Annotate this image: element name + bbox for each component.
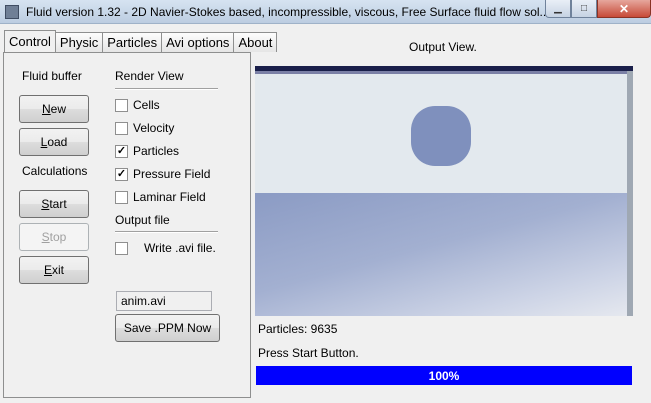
- tab-particles[interactable]: Particles: [102, 32, 163, 52]
- stop-button-label: top: [49, 230, 67, 244]
- progress-label: 100%: [428, 368, 460, 383]
- check-icon: ✓: [115, 167, 128, 181]
- fluid-buffer-label: Fluid buffer: [22, 69, 82, 83]
- cells-checkbox-label: Cells: [133, 98, 160, 112]
- fluid-droplet: [411, 106, 471, 166]
- window-client: Control Physic Particles Avi options Abo…: [0, 24, 651, 403]
- output-file-label: Output file: [115, 213, 170, 227]
- fluid-app-icon[interactable]: [5, 5, 19, 19]
- new-button-label: ew: [50, 102, 66, 116]
- tab-about[interactable]: About: [233, 32, 278, 52]
- close-icon: ✕: [618, 1, 630, 16]
- load-button-label: oad: [47, 135, 68, 149]
- fluid-pool: [255, 193, 627, 316]
- maximize-button[interactable]: □: [571, 0, 597, 18]
- avi-filename-field[interactable]: anim.avi: [116, 291, 212, 311]
- laminar-field-checkbox[interactable]: Laminar Field: [115, 189, 206, 205]
- cells-checkbox[interactable]: Cells: [115, 97, 160, 113]
- tab-control[interactable]: Control: [4, 30, 56, 52]
- status-message: Press Start Button.: [258, 346, 359, 360]
- control-tab-panel: Fluid buffer New Load Calculations Start…: [3, 52, 251, 398]
- render-view-label: Render View: [115, 69, 184, 83]
- window-title: Fluid version 1.32 - 2D Navier-Stokes ba…: [26, 5, 550, 19]
- check-icon: [115, 121, 128, 135]
- pressure-field-checkbox[interactable]: ✓ Pressure Field: [115, 166, 210, 182]
- load-button[interactable]: Load: [19, 128, 89, 156]
- tab-strip: Control Physic Particles Avi options Abo…: [4, 30, 278, 52]
- start-button-mnemonic: S: [41, 197, 50, 211]
- stop-button-mnemonic: S: [41, 230, 50, 244]
- check-icon: [115, 190, 128, 204]
- new-button[interactable]: New: [19, 95, 89, 123]
- exit-button-label: xit: [52, 263, 64, 277]
- output-viewport: [255, 66, 633, 316]
- close-button[interactable]: ✕: [597, 0, 651, 18]
- minimize-button[interactable]: ▁: [545, 0, 571, 18]
- stop-button[interactable]: Stop: [19, 223, 89, 251]
- write-avi-checkbox-label: Write .avi file.: [144, 241, 216, 255]
- write-avi-checkbox[interactable]: Write .avi file.: [115, 240, 216, 256]
- viewport-edge-bar: [627, 71, 633, 316]
- load-button-mnemonic: L: [40, 135, 48, 149]
- check-icon: [115, 98, 128, 112]
- exit-button-mnemonic: E: [43, 263, 52, 277]
- viewport-top-edge: [255, 71, 627, 74]
- exit-button[interactable]: Exit: [19, 256, 89, 284]
- laminar-field-checkbox-label: Laminar Field: [133, 190, 206, 204]
- check-icon: ✓: [115, 144, 128, 158]
- tab-avi-options[interactable]: Avi options: [161, 32, 235, 52]
- start-button-label: tart: [49, 197, 67, 211]
- check-icon: [115, 241, 128, 255]
- output-file-divider: [115, 231, 218, 233]
- output-view-title: Output View.: [409, 40, 477, 54]
- particles-checkbox-label: Particles: [133, 144, 180, 158]
- minimize-icon: ▁: [554, 3, 562, 14]
- new-button-mnemonic: N: [41, 102, 51, 116]
- progress-bar: 100%: [256, 366, 632, 385]
- render-view-divider: [115, 88, 218, 90]
- tab-physic[interactable]: Physic: [54, 32, 104, 52]
- velocity-checkbox[interactable]: Velocity: [115, 120, 174, 136]
- particles-checkbox[interactable]: ✓ Particles: [115, 143, 179, 159]
- calculations-label: Calculations: [22, 164, 88, 178]
- maximize-icon: □: [580, 3, 588, 14]
- velocity-checkbox-label: Velocity: [133, 121, 175, 135]
- start-button[interactable]: Start: [19, 190, 89, 218]
- pressure-field-checkbox-label: Pressure Field: [133, 167, 211, 181]
- particles-count: Particles: 9635: [258, 322, 338, 336]
- title-bar[interactable]: Fluid version 1.32 - 2D Navier-Stokes ba…: [0, 0, 651, 24]
- save-ppm-button[interactable]: Save .PPM Now: [115, 314, 220, 342]
